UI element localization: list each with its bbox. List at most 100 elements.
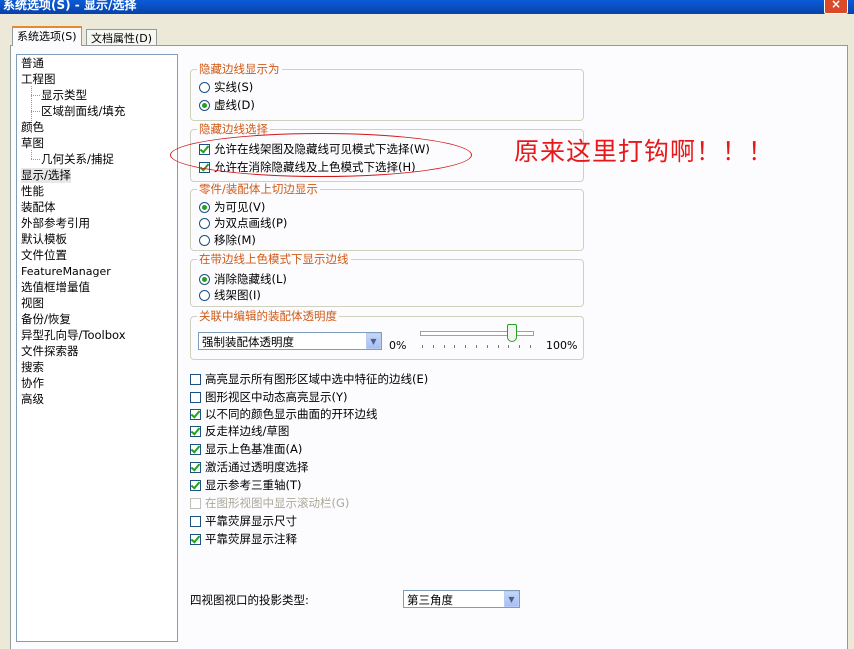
slider-tick [454,345,456,348]
hidden-edges-display-group: 隐藏边线显示为 [190,62,584,121]
close-button[interactable]: × [824,0,848,14]
option-label: 平靠荧屏显示尺寸 [205,514,297,528]
annotation-text: 原来这里打钩啊！！！ [514,137,775,166]
option-label: 平靠荧屏显示注释 [205,532,297,546]
radio-removed[interactable]: 移除(M) [199,232,256,248]
tree-connector [31,95,40,96]
sidebar-item-spin-box-increments[interactable]: 选值框增量值 [21,280,90,295]
dropdown-value: 强制装配体透明度 [202,335,294,349]
chevron-down-icon[interactable]: ▼ [366,333,381,349]
window-title: 系统选项(S) - 显示/选择 [3,0,137,12]
option-label: 显示参考三重轴(T) [205,478,302,492]
sidebar-item-file-locations[interactable]: 文件位置 [21,248,67,263]
radio-button[interactable] [199,81,210,93]
slider-track [420,331,534,336]
tree-connector [31,159,40,160]
checkbox[interactable] [190,425,201,437]
option-label: 显示上色基准面(A) [205,442,303,456]
radio-dashed[interactable]: 虚线(D) [199,97,255,113]
sidebar-item-hole-wizard-toolbox[interactable]: 异型孔向导/Toolbox [21,328,126,343]
slider-thumb[interactable] [506,324,517,342]
option-label: 高亮显示所有图形区域中选中特征的边线(E) [205,372,429,386]
checkbox[interactable] [190,461,201,473]
group-title: 隐藏边线显示为 [197,62,282,76]
options-tree[interactable]: 普通 工程图 显示类型 区域剖面线/填充 颜色 草图 几何关系/捕捉 显示/选择… [16,54,178,642]
option-label: 图形视区中动态高亮显示(Y) [205,390,348,404]
sidebar-item-performance[interactable]: 性能 [21,184,44,199]
chevron-down-icon[interactable]: ▼ [504,591,519,607]
option-label: 为双点画线(P) [214,216,288,230]
transparency-slider[interactable] [420,322,534,352]
slider-tick [422,345,423,348]
checkbox[interactable] [190,479,201,491]
option-label: 虚线(D) [214,98,255,112]
sidebar-item-display-selection[interactable]: 显示/选择 [21,168,71,183]
slider-tick [519,345,521,348]
slider-max-label: 100% [546,339,578,352]
sidebar-item-default-templates[interactable]: 默认模板 [21,232,67,247]
slider-min-label: 0% [389,339,407,352]
radio-solid[interactable]: 实线(S) [199,79,253,95]
radio-button[interactable] [199,289,210,301]
option-label: 以不同的颜色显示曲面的开环边线 [205,407,378,421]
tree-connector [31,111,40,112]
checkbox-open-edges-color[interactable]: 以不同的颜色显示曲面的开环边线 [190,406,378,422]
checkbox[interactable] [190,515,201,527]
sidebar-item-area-hatch[interactable]: 区域剖面线/填充 [41,104,125,119]
sidebar-item-general[interactable]: 普通 [21,56,44,71]
checkbox[interactable] [190,391,201,403]
radio-hlr[interactable]: 消除隐藏线(L) [199,271,287,287]
radio-button[interactable] [199,201,210,213]
radio-button[interactable] [199,99,210,111]
checkbox[interactable] [190,408,201,420]
option-label: 激活通过透明度选择 [205,460,309,474]
projection-label: 四视图视口的投影类型: [190,593,309,607]
slider-tick [530,345,531,348]
transparency-dropdown[interactable]: 强制装配体透明度 ▼ [198,332,382,350]
option-label: 实线(S) [214,80,254,94]
sidebar-item-external-references[interactable]: 外部参考引用 [21,216,90,231]
checkbox[interactable] [190,373,201,385]
option-label: 在图形视图中显示滚动栏(G) [205,496,350,510]
radio-button[interactable] [199,217,210,229]
sidebar-item-colors[interactable]: 颜色 [21,120,44,135]
sidebar-item-search[interactable]: 搜索 [21,360,44,375]
sidebar-item-advanced[interactable]: 高级 [21,392,44,407]
sidebar-item-sketch[interactable]: 草图 [21,136,44,151]
checkbox[interactable] [190,443,201,455]
sidebar-item-drawings[interactable]: 工程图 [21,72,56,87]
sidebar-item-collaboration[interactable]: 协作 [21,376,44,391]
checkbox-antialias[interactable]: 反走样边线/草图 [190,423,289,439]
checkbox-select-through-transparency[interactable]: 激活通过透明度选择 [190,459,309,475]
sidebar-item-featuremanager[interactable]: FeatureManager [21,264,111,279]
checkbox-shaded-planes[interactable]: 显示上色基准面(A) [190,441,302,457]
checkbox-highlight-selected-edges[interactable]: 高亮显示所有图形区域中选中特征的边线(E) [190,371,428,387]
sidebar-item-file-explorer[interactable]: 文件探索器 [21,344,79,359]
radio-visible[interactable]: 为可见(V) [199,199,265,215]
radio-wireframe[interactable]: 线架图(I) [199,287,261,303]
slider-tick [486,345,488,348]
tab-document-properties[interactable]: 文档属性(D) [86,29,158,46]
projection-dropdown[interactable]: 第三角度 ▼ [403,590,520,608]
radio-button[interactable] [199,273,210,285]
group-title: 在带边线上色模式下显示边线 [197,252,351,266]
sidebar-item-display-style[interactable]: 显示类型 [41,88,87,103]
slider-tick [432,345,434,348]
sidebar-item-relations-snaps[interactable]: 几何关系/捕捉 [41,152,114,167]
checkbox-flat-annotations[interactable]: 平靠荧屏显示注释 [190,531,297,547]
checkbox-reference-triad[interactable]: 显示参考三重轴(T) [190,477,302,493]
sidebar-item-backup-recover[interactable]: 备份/恢复 [21,312,71,327]
radio-phantom[interactable]: 为双点画线(P) [199,215,287,231]
radio-button[interactable] [199,234,210,246]
checkbox-flat-dimensions[interactable]: 平靠荧屏显示尺寸 [190,513,297,529]
option-label: 移除(M) [214,233,256,247]
tab-system-options[interactable]: 系统选项(S) [12,26,82,46]
checkbox[interactable] [190,533,201,545]
sidebar-item-assemblies[interactable]: 装配体 [21,200,56,215]
group-title: 零件/装配体上切边显示 [197,182,320,196]
slider-tick [465,345,467,348]
checkbox-dynamic-highlight[interactable]: 图形视区中动态高亮显示(Y) [190,389,348,405]
title-bar: 系统选项(S) - 显示/选择 × [0,0,854,14]
slider-tick [508,345,510,348]
sidebar-item-view[interactable]: 视图 [21,296,44,311]
